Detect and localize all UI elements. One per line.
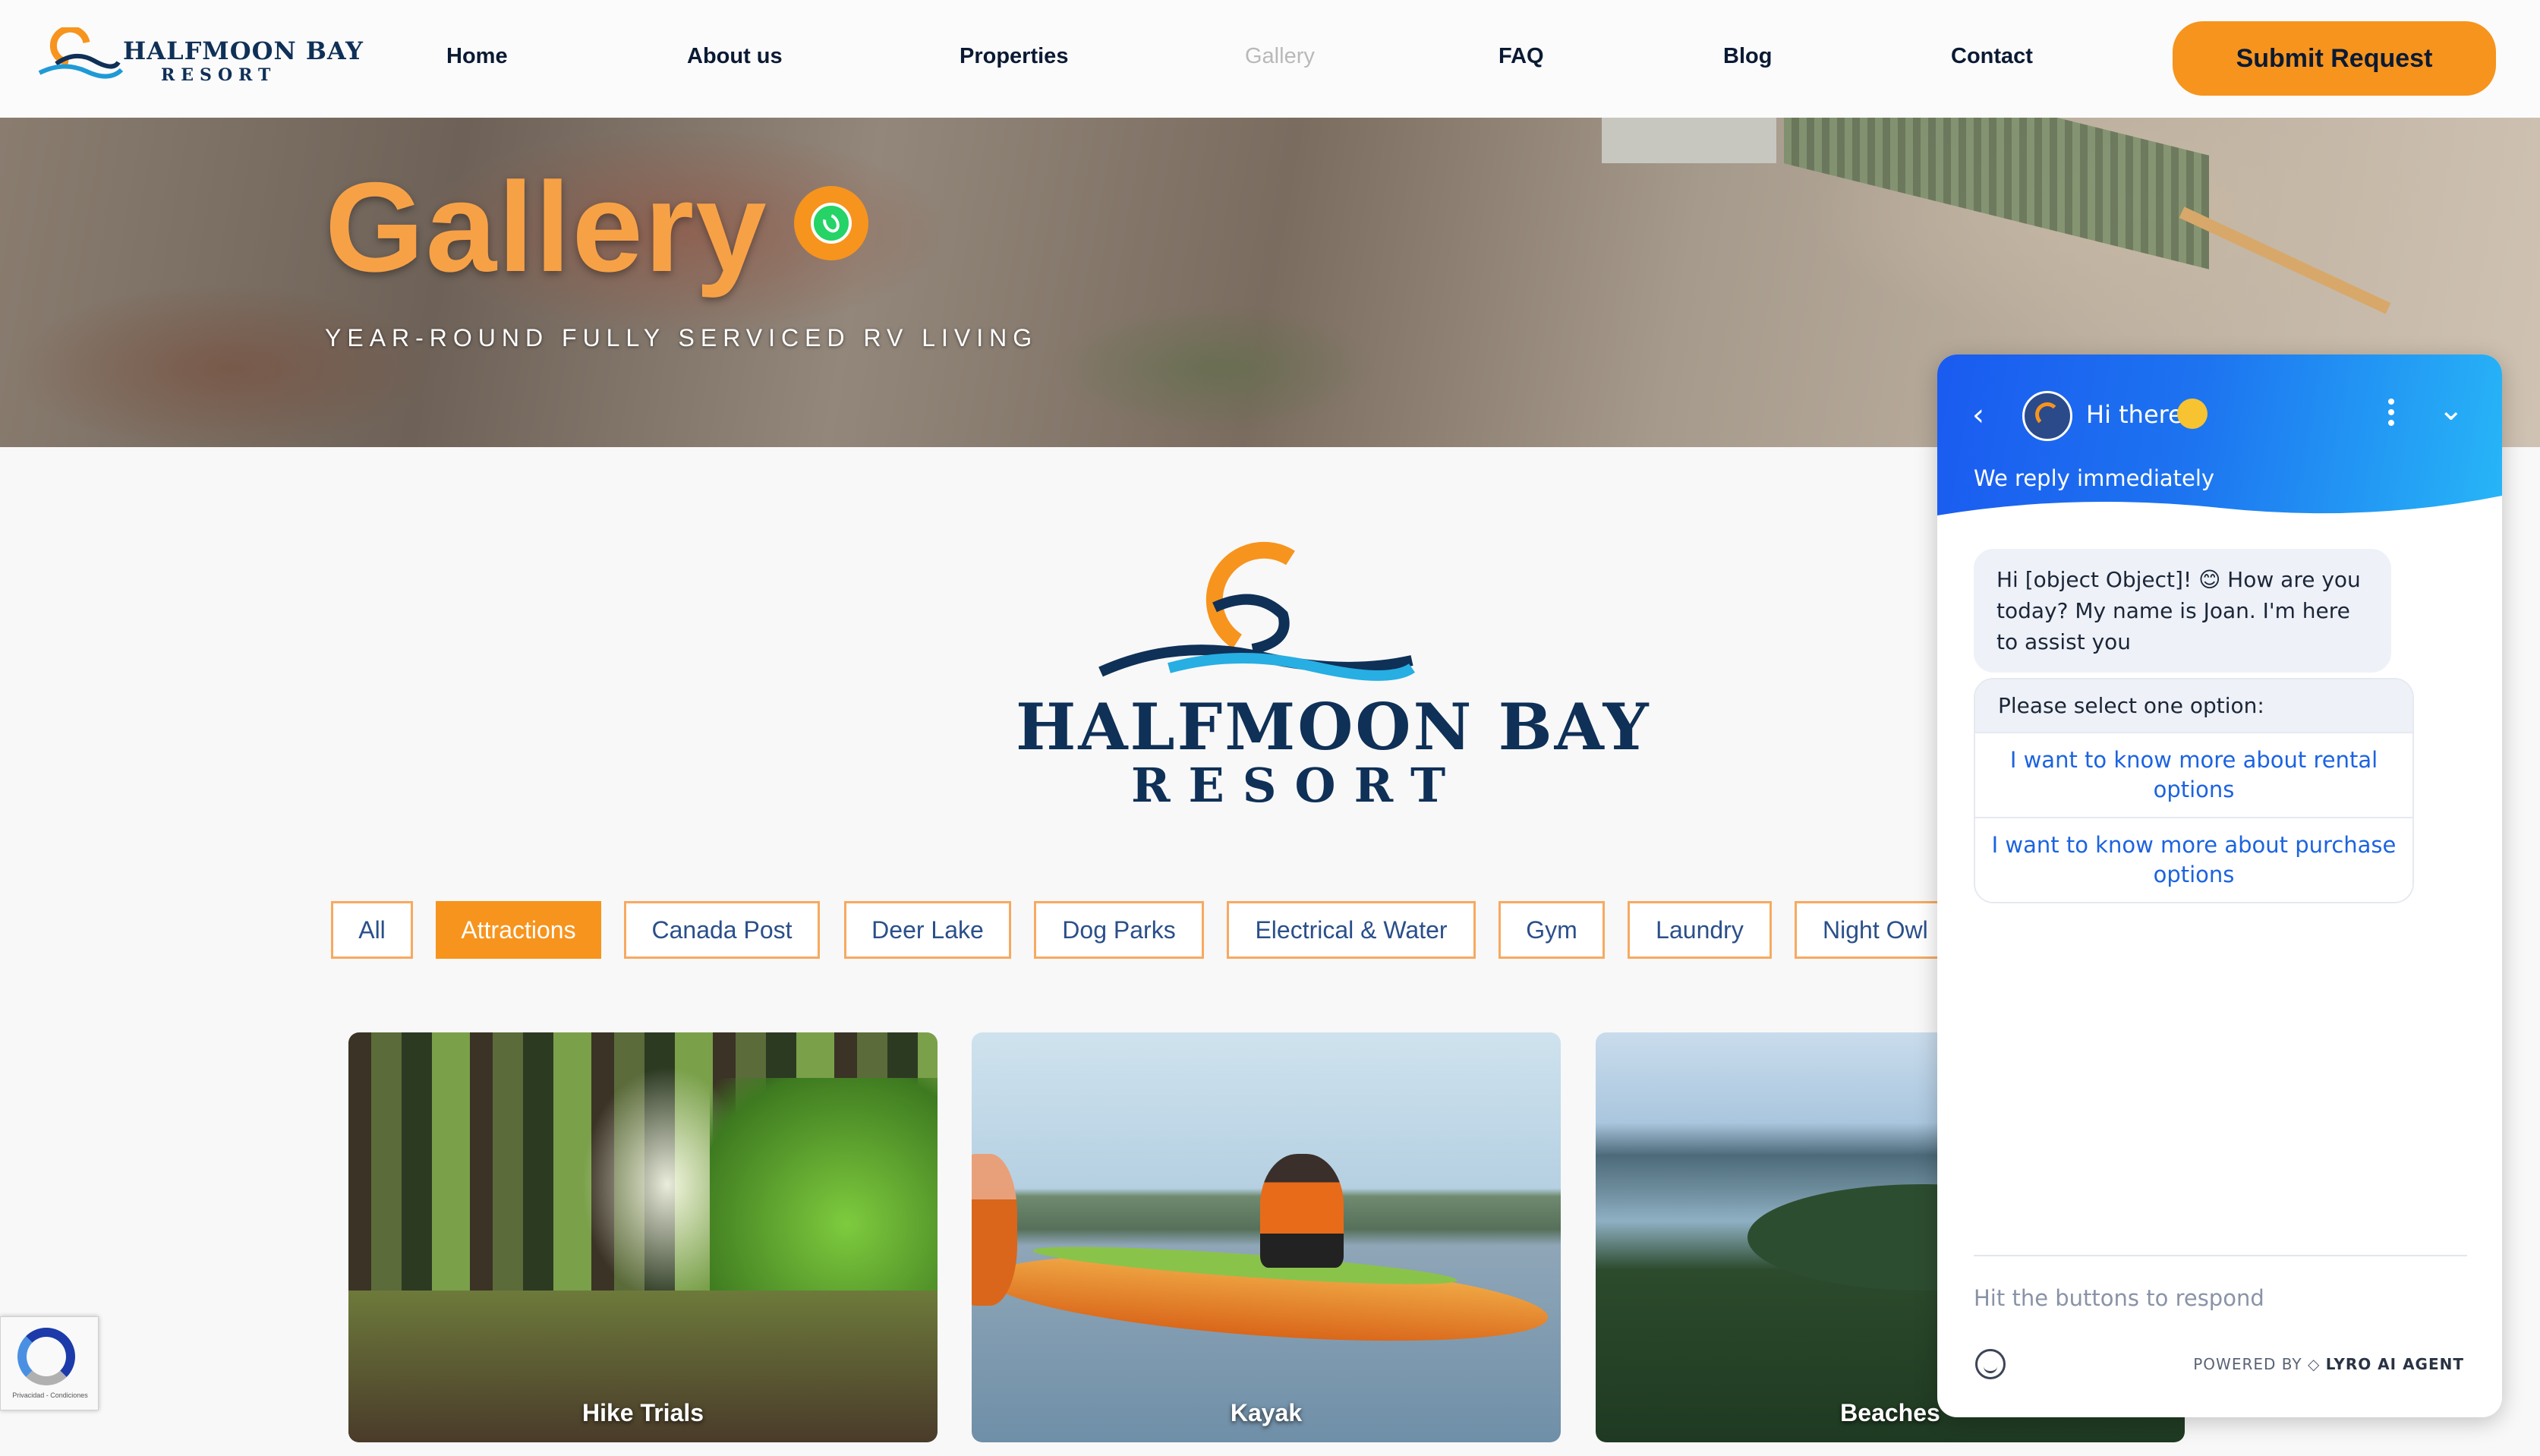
logo-mark-icon (38, 27, 124, 79)
chat-widget: ‹ Hi there ⌄ We reply immediately Hi [ob… (1937, 355, 2502, 1417)
recaptcha-badge[interactable]: Privacidad - Condiciones (0, 1316, 99, 1410)
filter-attractions[interactable]: Attractions (436, 901, 601, 959)
resort-logo-title: HALFMOON BAY (1016, 689, 1651, 764)
logo-title: HALFMOON BAY (123, 36, 364, 65)
chat-divider (1974, 1255, 2467, 1256)
recaptcha-footer: Privacidad - Condiciones (12, 1391, 88, 1399)
chat-option-purchase[interactable]: I want to know more about purchase optio… (1975, 817, 2412, 902)
resort-logo: HALFMOON BAY RESORT (987, 516, 1649, 835)
site-header: HALFMOON BAY RESORT Home About us Proper… (0, 0, 2540, 118)
waving-hand-icon (2177, 399, 2208, 429)
resort-logo-subtitle: RESORT (1131, 758, 1464, 813)
filter-deer-lake[interactable]: Deer Lake (844, 901, 1011, 959)
nav-contact[interactable]: Contact (1951, 44, 2033, 69)
card-photo-paddler (1260, 1154, 1344, 1268)
nav-gallery[interactable]: Gallery (1245, 44, 1315, 69)
logo-subtitle: RESORT (161, 65, 277, 85)
nav-home[interactable]: Home (446, 44, 508, 69)
filter-all[interactable]: All (331, 901, 413, 959)
chat-header: ‹ Hi there ⌄ We reply immediately (1937, 355, 2502, 531)
nav-properties[interactable]: Properties (960, 44, 1068, 69)
chat-option-rental[interactable]: I want to know more about rental options (1975, 732, 2412, 817)
site-logo[interactable]: HALFMOON BAY RESORT (33, 24, 363, 93)
whatsapp-icon[interactable] (794, 186, 868, 260)
chat-header-wave (1937, 496, 2502, 531)
avatar (2022, 391, 2072, 441)
card-photo-paddler-2 (972, 1154, 1017, 1306)
powered-by: POWERED BY ◇ LYRO AI AGENT (2193, 1355, 2464, 1373)
chat-message: Hi [object Object]! 😊 How are you today?… (1974, 549, 2391, 673)
filter-gym[interactable]: Gym (1498, 901, 1605, 959)
gallery-card-caption: Hike Trials (581, 1399, 704, 1426)
submit-request-button[interactable]: Submit Request (2173, 21, 2496, 96)
gallery-card-caption: Kayak (1230, 1399, 1303, 1426)
logo-emblem-icon (1098, 541, 1416, 681)
lyro-logo-icon: ◇ (2307, 1355, 2321, 1373)
nav-faq[interactable]: FAQ (1498, 44, 1544, 69)
nav-blog[interactable]: Blog (1723, 44, 1772, 69)
hero-subtitle: YEAR-ROUND FULLY SERVICED RV LIVING (325, 324, 1038, 351)
chevron-down-icon[interactable]: ⌄ (2438, 392, 2464, 427)
recaptcha-icon (17, 1328, 75, 1385)
more-options-icon[interactable] (2388, 399, 2394, 429)
chat-options: Please select one option: I want to know… (1974, 678, 2414, 903)
filter-canada-post[interactable]: Canada Post (624, 901, 820, 959)
hero-fence (1784, 118, 2209, 269)
gallery-card-hike-trials[interactable]: Hike Trials (348, 1032, 938, 1442)
emoji-icon[interactable] (1975, 1349, 2006, 1379)
hero-plank (2179, 206, 2391, 314)
page-title: Gallery (325, 156, 768, 298)
chat-title: Hi there (2086, 400, 2183, 429)
filter-laundry[interactable]: Laundry (1628, 901, 1772, 959)
hero-shack (1602, 118, 1776, 163)
chat-input[interactable] (1974, 1279, 2467, 1317)
nav-about-us[interactable]: About us (687, 44, 783, 69)
filter-electrical-water[interactable]: Electrical & Water (1227, 901, 1476, 959)
chat-options-header: Please select one option: (1975, 679, 2412, 732)
gallery-card-kayak[interactable]: Kayak (972, 1032, 1561, 1442)
powered-by-brand[interactable]: LYRO AI AGENT (2326, 1355, 2464, 1373)
filter-dog-parks[interactable]: Dog Parks (1034, 901, 1204, 959)
chevron-left-icon[interactable]: ‹ (1972, 400, 1984, 430)
powered-by-prefix: POWERED BY (2193, 1355, 2302, 1373)
